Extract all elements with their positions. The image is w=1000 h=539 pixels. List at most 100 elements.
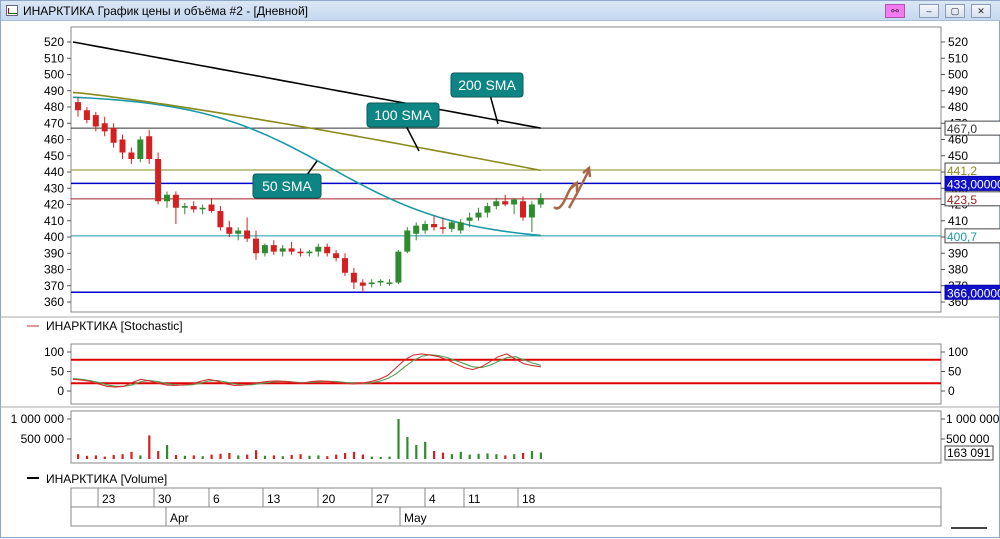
month-tick-label: May (404, 511, 427, 525)
volume-bar (335, 454, 338, 459)
candle-body (422, 224, 429, 231)
price-ytick-left-label: 510 (44, 51, 64, 65)
price-ytick-left-label: 420 (44, 198, 64, 212)
date-tick-label: 20 (322, 492, 336, 506)
volume-bar (513, 454, 516, 459)
chart-window: ИНАРКТИКА График цены и объёма #2 - [Дне… (0, 0, 1000, 538)
price-ytick-left-label: 440 (44, 165, 64, 179)
volume-bar (486, 453, 489, 459)
candle-body (83, 110, 90, 120)
volume-bar (174, 455, 178, 459)
price-ytick-left-label: 480 (44, 100, 64, 114)
candle-body (413, 225, 420, 234)
volume-bar (344, 453, 347, 459)
price-ytick-left-label: 500 (44, 68, 64, 82)
volume-bar (130, 451, 133, 459)
candle-body (101, 123, 108, 132)
candle-body (395, 251, 402, 283)
price-ytick-right-label: 380 (948, 263, 968, 277)
volume-bar (263, 455, 267, 459)
candle-body (350, 272, 357, 283)
volume-bar (397, 419, 400, 459)
callout-pointer (405, 126, 420, 152)
stochastic-panel-frame (70, 343, 942, 405)
candle-body (368, 282, 375, 285)
price-ytick-right-label: 500 (948, 68, 968, 82)
price-volume-chart[interactable]: ИНАРКТИКА [Stochastic] ИНАРКТИКА [Volume… (1, 1, 1000, 539)
volume-bar (459, 451, 462, 459)
volume-bar (77, 454, 80, 459)
volume-bar (121, 454, 124, 459)
candle-body (270, 245, 277, 252)
volume-bar (228, 453, 231, 459)
candle-body (190, 206, 197, 210)
resize-grip[interactable] (951, 527, 987, 529)
stochastic-legend-label: ИНАРКТИКА [Stochastic] (46, 319, 183, 333)
candle-body (448, 222, 455, 229)
candle-body (511, 199, 518, 205)
trend-arrow-annotation (567, 169, 591, 209)
volume-bar (361, 454, 364, 459)
date-tick-label: 27 (376, 492, 390, 506)
volume-bar (477, 453, 480, 459)
volume-bar (450, 454, 453, 459)
volume-bar (157, 451, 160, 459)
stochastic-layer: 100 100 50 50 0 0 (44, 345, 968, 398)
volume-bar (388, 456, 391, 459)
candle-body (528, 204, 535, 218)
candle-body (226, 227, 233, 234)
level-value-label: 366,00000 (947, 286, 1000, 300)
candle-body (520, 201, 526, 218)
volume-bar (530, 451, 534, 459)
volume-bar (317, 455, 320, 459)
candle-body (261, 245, 268, 254)
volume-bar (424, 441, 427, 459)
date-tick-label: 18 (522, 492, 536, 506)
volume-bar (166, 445, 169, 459)
volume-bar (352, 451, 356, 459)
candle-body (431, 224, 437, 228)
volume-bar (468, 454, 471, 459)
volume-bar (308, 455, 311, 459)
price-ytick-left-label: 430 (44, 181, 64, 195)
price-ytick-left-label: 370 (44, 279, 64, 293)
price-ytick-left-label: 380 (44, 263, 64, 277)
volume-bar (441, 452, 445, 459)
price-ytick-right-label: 490 (948, 84, 968, 98)
candle-body (404, 230, 411, 252)
price-ytick-left-label: 400 (44, 230, 64, 244)
candle-body (279, 248, 286, 252)
volume-bar (139, 455, 142, 459)
volume-bar (539, 452, 542, 459)
candle-body (128, 152, 135, 159)
candle-body (208, 204, 215, 211)
candle-body (537, 198, 544, 205)
volume-bar (326, 456, 329, 459)
volume-bar (495, 454, 498, 459)
level-value-label: 423,5 (947, 193, 977, 207)
volume-bar (201, 456, 204, 459)
volume-bar (433, 451, 436, 459)
level-value-label: 433,00000 (947, 177, 1000, 191)
candle-body (164, 194, 170, 202)
price-ytick-left-label: 390 (44, 246, 64, 260)
candle-body (172, 194, 179, 208)
price-ytick-left-label: 360 (44, 295, 64, 309)
price-ytick-left-label: 460 (44, 133, 64, 147)
candle-body (92, 115, 99, 127)
candle-body (244, 230, 251, 239)
sma-callout-label: 50 SMA (262, 178, 312, 194)
volume-layer: 1 000 000 1 000 000500 000 500 000163 091 (11, 412, 1000, 461)
volume-bar (255, 450, 258, 459)
volume-bar (85, 455, 89, 459)
candle-body (484, 206, 491, 213)
price-ytick-right-label: 410 (948, 214, 968, 228)
volume-bar (522, 453, 525, 459)
candle-body (253, 238, 259, 254)
candle-body (137, 139, 144, 159)
sma-callout-label: 200 SMA (458, 77, 516, 93)
price-ytick-right-label: 480 (948, 100, 968, 114)
price-ytick-right-label: 510 (948, 51, 968, 65)
price-layer: 5205205105105005004904904804804704704604… (44, 35, 1000, 309)
stoch-ytick-left-label: 0 (57, 384, 64, 398)
